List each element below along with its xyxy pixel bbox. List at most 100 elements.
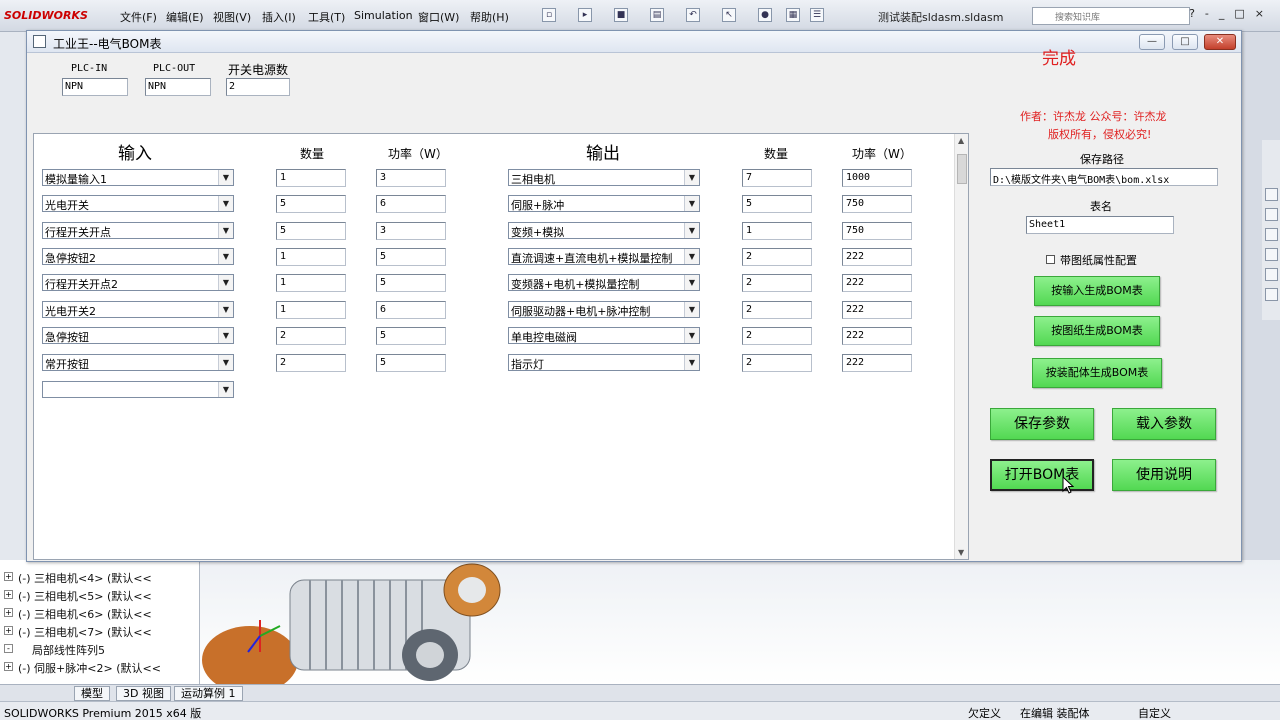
chevron-down-icon[interactable]: ▼ [684, 302, 699, 317]
chevron-down-icon[interactable]: ▼ [218, 196, 233, 211]
tree-item[interactable]: (-) 伺服+脉冲<2> (默认<< [18, 660, 161, 676]
input-type-select-empty[interactable]: ▼ [42, 381, 234, 398]
output-power-field[interactable]: 222 [842, 274, 912, 292]
tree-item[interactable]: (-) 三相电机<7> (默认<< [18, 624, 152, 640]
output-qty-field[interactable]: 2 [742, 301, 812, 319]
output-qty-field[interactable]: 7 [742, 169, 812, 187]
file-properties-icon[interactable]: ▦ [786, 8, 800, 22]
output-power-field[interactable]: 222 [842, 354, 912, 372]
collapse-icon[interactable]: - [4, 644, 13, 653]
input-qty-field[interactable]: 2 [276, 354, 346, 372]
chevron-down-icon[interactable]: ▼ [684, 170, 699, 185]
vertical-scrollbar[interactable]: ▲ ▼ [954, 134, 968, 559]
close-button[interactable]: ✕ [1204, 34, 1236, 50]
input-qty-field[interactable]: 5 [276, 222, 346, 240]
load-params-button[interactable]: 载入参数 [1112, 408, 1216, 440]
output-power-field[interactable]: 1000 [842, 169, 912, 187]
chevron-down-icon[interactable]: ▼ [218, 302, 233, 317]
save-params-button[interactable]: 保存参数 [990, 408, 1094, 440]
input-type-select[interactable]: 行程开关开点 ▼ [42, 222, 234, 239]
new-file-icon[interactable]: ▫ [542, 8, 556, 22]
chevron-down-icon[interactable]: ▼ [684, 196, 699, 211]
input-qty-field[interactable]: 1 [276, 301, 346, 319]
menu-window[interactable]: 窗口(W) [418, 9, 459, 25]
menu-help[interactable]: 帮助(H) [470, 9, 509, 25]
expand-icon[interactable]: + [4, 572, 13, 581]
search-input[interactable]: 搜索知识库 [1032, 7, 1190, 25]
output-type-select[interactable]: 伺服+脉冲 ▼ [508, 195, 700, 212]
output-type-select[interactable]: 变频+模拟 ▼ [508, 222, 700, 239]
output-type-select[interactable]: 变频器+电机+模拟量控制 ▼ [508, 274, 700, 291]
output-qty-field[interactable]: 2 [742, 248, 812, 266]
input-type-select[interactable]: 急停按钮 ▼ [42, 327, 234, 344]
output-power-field[interactable]: 222 [842, 327, 912, 345]
chevron-down-icon[interactable]: ▼ [218, 328, 233, 343]
chevron-down-icon[interactable]: ▼ [684, 223, 699, 238]
tree-item[interactable]: (-) 三相电机<4> (默认<< [18, 570, 152, 586]
save-path-field[interactable]: D:\模版文件夹\电气BOM表\bom.xlsx [990, 168, 1218, 186]
chevron-down-icon[interactable]: ▼ [218, 382, 233, 397]
generate-by-assembly-button[interactable]: 按装配体生成BOM表 [1032, 358, 1162, 388]
undo-icon[interactable]: ↶ [686, 8, 700, 22]
tab-model[interactable]: 模型 [74, 686, 110, 701]
input-power-field[interactable]: 6 [376, 195, 446, 213]
output-type-select[interactable]: 三相电机 ▼ [508, 169, 700, 186]
output-type-select[interactable]: 直流调速+直流电机+模拟量控制 ▼ [508, 248, 700, 265]
tab-motion-study[interactable]: 运动算例 1 [174, 686, 243, 701]
scroll-down-icon[interactable]: ▼ [958, 548, 964, 557]
open-bom-button[interactable]: 打开BOM表 [990, 459, 1094, 491]
custom-properties-icon[interactable] [1265, 288, 1278, 301]
chevron-down-icon[interactable]: ▼ [218, 355, 233, 370]
tree-item[interactable]: (-) 三相电机<5> (默认<< [18, 588, 152, 604]
output-qty-field[interactable]: 5 [742, 195, 812, 213]
scroll-thumb[interactable] [957, 154, 967, 184]
input-power-field[interactable]: 3 [376, 222, 446, 240]
appearance-icon[interactable] [1265, 268, 1278, 281]
help-button[interactable]: 使用说明 [1112, 459, 1216, 491]
chevron-down-icon[interactable]: ▼ [218, 223, 233, 238]
menu-file[interactable]: 文件(F) [120, 9, 157, 25]
options-icon[interactable]: ☰ [810, 8, 824, 22]
status-units[interactable]: 自定义 [1138, 705, 1171, 720]
output-power-field[interactable]: 222 [842, 301, 912, 319]
traffic-light-icon[interactable]: ● [758, 8, 772, 22]
open-file-icon[interactable]: ▸ [578, 8, 592, 22]
chevron-down-icon[interactable]: ▼ [218, 249, 233, 264]
menu-view[interactable]: 视图(V) [213, 9, 251, 25]
tab-3d-view[interactable]: 3D 视图 [116, 686, 171, 701]
folder-icon[interactable] [1265, 228, 1278, 241]
output-type-select[interactable]: 单电控电磁阀 ▼ [508, 327, 700, 344]
maximize-button[interactable]: □ [1172, 34, 1198, 50]
input-type-select[interactable]: 模拟量输入1 ▼ [42, 169, 234, 186]
input-power-field[interactable]: 5 [376, 248, 446, 266]
output-qty-field[interactable]: 2 [742, 327, 812, 345]
chevron-down-icon[interactable]: ▼ [684, 275, 699, 290]
tree-item[interactable]: (-) 三相电机<6> (默认<< [18, 606, 152, 622]
io-panel[interactable]: 输入 数量 功率（W） 输出 数量 功率（W） 模拟量输入1 ▼ 1 3 光电开关… [33, 133, 969, 560]
input-qty-field[interactable]: 1 [276, 274, 346, 292]
generate-by-input-button[interactable]: 按输入生成BOM表 [1034, 276, 1160, 306]
output-power-field[interactable]: 750 [842, 195, 912, 213]
tree-item[interactable]: 局部线性阵列5 [32, 642, 105, 658]
library-icon[interactable] [1265, 208, 1278, 221]
output-type-select[interactable]: 伺服驱动器+电机+脉冲控制 ▼ [508, 301, 700, 318]
output-qty-field[interactable]: 2 [742, 354, 812, 372]
output-power-field[interactable]: 222 [842, 248, 912, 266]
input-qty-field[interactable]: 5 [276, 195, 346, 213]
window-controls[interactable]: ?-_□× [1189, 7, 1274, 20]
menu-insert[interactable]: 插入(I) [262, 9, 296, 25]
home-icon[interactable] [1265, 188, 1278, 201]
input-type-select[interactable]: 常开按钮 ▼ [42, 354, 234, 371]
input-qty-field[interactable]: 1 [276, 248, 346, 266]
input-qty-field[interactable]: 2 [276, 327, 346, 345]
input-power-field[interactable]: 5 [376, 327, 446, 345]
output-qty-field[interactable]: 1 [742, 222, 812, 240]
select-pointer-icon[interactable]: ↖ [722, 8, 736, 22]
expand-icon[interactable]: + [4, 662, 13, 671]
chevron-down-icon[interactable]: ▼ [684, 328, 699, 343]
expand-icon[interactable]: + [4, 626, 13, 635]
expand-icon[interactable]: + [4, 608, 13, 617]
menu-simulation[interactable]: Simulation [354, 9, 413, 22]
chevron-down-icon[interactable]: ▼ [218, 275, 233, 290]
plc-in-field[interactable]: NPN [62, 78, 128, 96]
